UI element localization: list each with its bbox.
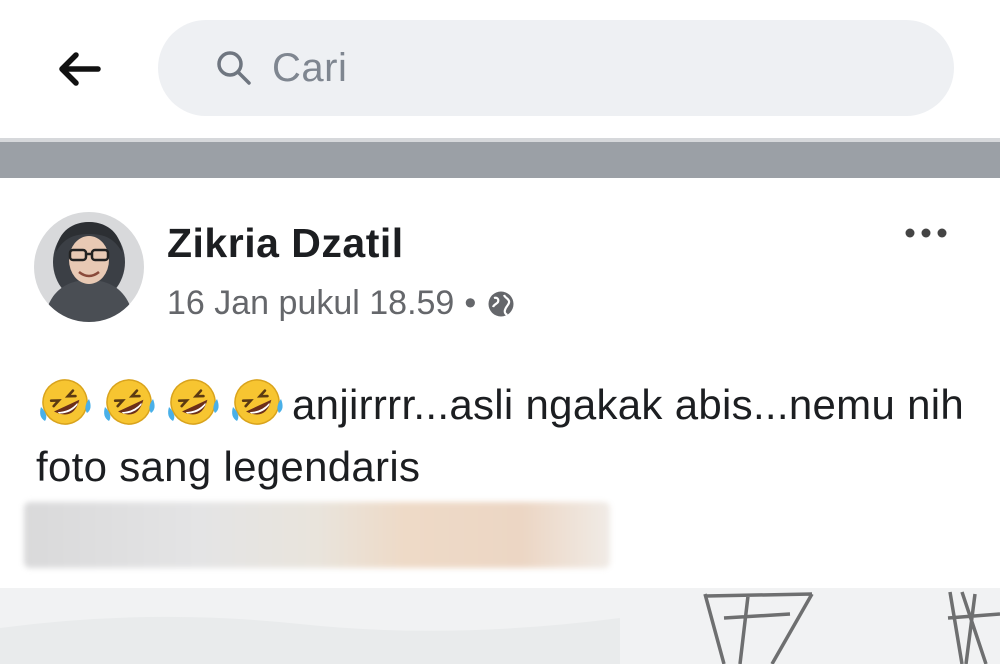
search-placeholder: Cari — [272, 45, 348, 90]
section-separator — [0, 142, 1000, 178]
back-button[interactable] — [46, 42, 110, 96]
post-text: anjirrrr...asli ngakak abis...nemu nih f… — [36, 374, 976, 498]
search-icon — [212, 46, 256, 90]
post-photo-preview[interactable] — [0, 588, 1000, 664]
arrow-left-icon — [59, 52, 101, 86]
post-meta: 16 Jan pukul 18.59 • — [167, 284, 516, 323]
globe-icon — [486, 289, 516, 319]
search-header: Cari — [0, 0, 1000, 140]
blurred-text-line — [24, 502, 610, 568]
facebook-mobile-screen: Cari Zikria Dzatil 16 Jan pukul 18.59 • — [0, 0, 1000, 664]
more-options-button[interactable] — [894, 216, 958, 250]
more-horizontal-icon — [905, 228, 947, 238]
rolling-laughing-emoji — [228, 375, 286, 427]
search-input[interactable]: Cari — [158, 20, 954, 116]
meta-separator: • — [464, 284, 477, 322]
rolling-laughing-emoji — [164, 375, 222, 427]
rolling-laughing-emoji — [36, 375, 94, 427]
post-timestamp[interactable]: 16 Jan pukul 18.59 — [167, 284, 454, 323]
rolling-laughing-emoji — [100, 375, 158, 427]
avatar[interactable] — [34, 212, 144, 322]
author-name[interactable]: Zikria Dzatil — [167, 220, 404, 267]
